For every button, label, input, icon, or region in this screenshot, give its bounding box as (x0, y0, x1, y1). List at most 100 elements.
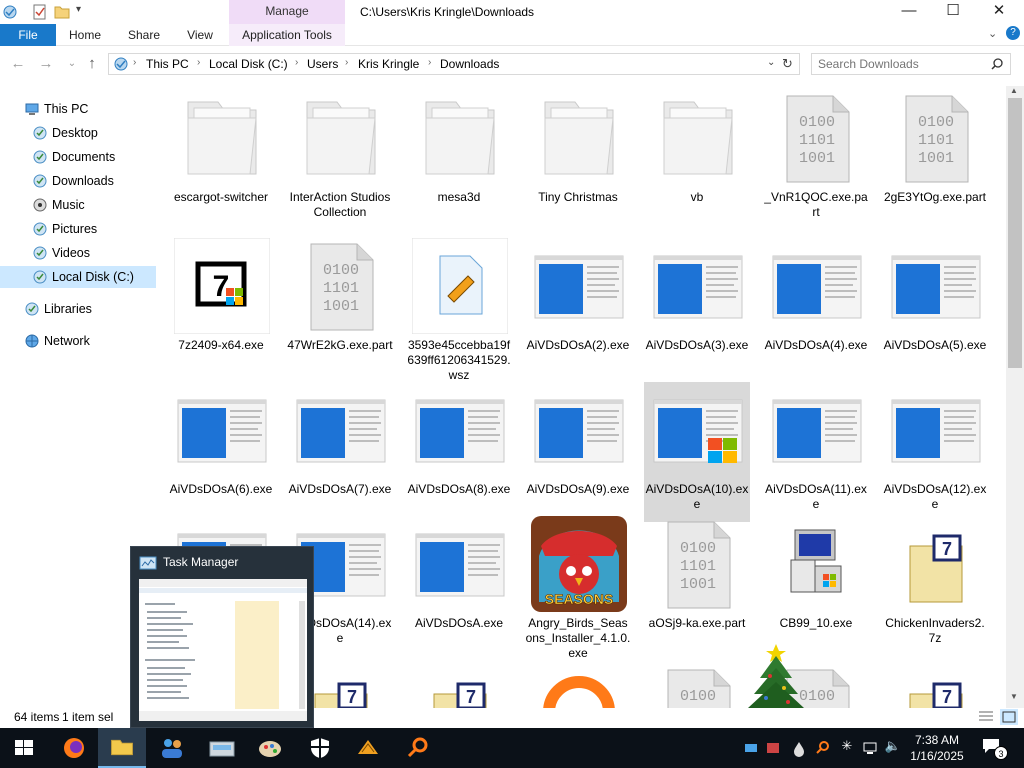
file-item[interactable]: AiVDsDOsA(2).exe (525, 238, 631, 378)
security-shield-icon[interactable] (296, 728, 344, 768)
clock[interactable]: 7:38 AM 1/16/2025 (904, 732, 970, 764)
file-item[interactable]: AiVDsDOsA.exe (406, 516, 512, 656)
start-button[interactable] (0, 728, 48, 768)
winamp-icon[interactable] (344, 728, 392, 768)
scroll-up-icon[interactable]: ▲ (1010, 86, 1018, 95)
file-item[interactable]: AiVDsDOsA(4).exe (763, 238, 869, 378)
file-item[interactable] (525, 664, 631, 708)
file-item[interactable]: 010011011001 (644, 664, 750, 708)
folder-item[interactable]: vb (644, 90, 750, 230)
firefox-icon[interactable] (50, 728, 98, 768)
file-item[interactable]: SEASONS Angry_Birds_Seasons_Installer_4.1… (525, 516, 631, 660)
folder-item[interactable]: mesa3d (406, 90, 512, 230)
tab-file[interactable]: File (0, 24, 56, 46)
close-button[interactable]: ✕ (976, 0, 1022, 24)
large-icons-view-icon[interactable] (1000, 709, 1018, 725)
file-item[interactable]: AiVDsDOsA(10).exe (644, 382, 750, 522)
nav-desktop[interactable]: Desktop (32, 122, 142, 144)
nav-documents[interactable]: Documents (32, 146, 142, 168)
folder-item[interactable]: InterAction Studios Collection (287, 90, 393, 230)
ribbon-tabs: File Home Share View Application Tools ⌄… (0, 24, 1024, 46)
search-app-icon[interactable] (394, 728, 442, 768)
expand-ribbon-icon[interactable]: ⌄ (988, 27, 997, 40)
refresh-icon[interactable]: ↻ (782, 56, 793, 72)
forward-button[interactable]: → (36, 54, 56, 74)
file-item[interactable]: AiVDsDOsA(3).exe (644, 238, 750, 378)
folder-item[interactable]: escargot-switcher (168, 90, 274, 230)
people-app-icon[interactable] (148, 728, 196, 768)
tab-application-tools[interactable]: Application Tools (229, 24, 345, 46)
nav-libraries[interactable]: Libraries (24, 298, 144, 320)
manage-context-tab[interactable]: Manage (229, 0, 345, 24)
file-item[interactable]: 7 (882, 664, 988, 708)
maximize-button[interactable]: ☐ (930, 0, 976, 24)
nav-videos[interactable]: Videos (32, 242, 142, 264)
file-name: AiVDsDOsA(5).exe (883, 338, 987, 352)
search-input[interactable] (818, 56, 988, 72)
file-item[interactable]: AiVDsDOsA(12).exe (882, 382, 988, 522)
nav-local-disk[interactable]: Local Disk (C:) (0, 266, 156, 288)
tab-share[interactable]: Share (122, 24, 166, 46)
vertical-scrollbar[interactable]: ▲ ▼ (1006, 86, 1024, 708)
breadcrumb-users[interactable]: Users (307, 57, 338, 71)
properties-icon[interactable] (32, 4, 48, 20)
search-box[interactable] (811, 53, 1011, 75)
action-center-button[interactable]: 3 (980, 736, 1008, 760)
folder-item[interactable]: Tiny Christmas (525, 90, 631, 230)
nav-music[interactable]: Music (32, 194, 142, 216)
nav-network[interactable]: Network (24, 330, 144, 352)
file-item[interactable]: 0100 1101 1001 2gE3YtOg.exe.part (882, 90, 988, 230)
details-view-icon[interactable] (978, 710, 994, 724)
7zfile-icon: 7 (909, 682, 963, 708)
search-icon[interactable] (990, 57, 1004, 71)
tab-home[interactable]: Home (64, 24, 106, 46)
file-item[interactable]: CB99_10.exe (763, 516, 869, 656)
file-item[interactable]: 0100 1101 1001 _VnR1QOC.exe.part (763, 90, 869, 230)
file-item[interactable]: AiVDsDOsA(5).exe (882, 238, 988, 378)
minimize-button[interactable]: — (886, 0, 932, 24)
file-item[interactable]: 0100 1101 1001 47WrE2kG.exe.part (287, 238, 393, 378)
file-item[interactable]: 7 ChickenInvaders2.7z (882, 516, 988, 656)
file-item[interactable]: AiVDsDOsA(9).exe (525, 382, 631, 522)
scanner-app-icon[interactable] (198, 728, 246, 768)
binary-icon: 010011011001 (667, 669, 731, 708)
file-item[interactable]: 0100 1101 1001 aOSj9-ka.exe.part (644, 516, 750, 656)
tab-view[interactable]: View (180, 24, 220, 46)
task-manager-preview[interactable]: Task Manager (130, 546, 314, 728)
quick-access-dropdown-icon[interactable]: ▾ (76, 4, 81, 15)
file-item[interactable]: AiVDsDOsA(6).exe (168, 382, 274, 522)
tray-utility-icon[interactable] (764, 738, 782, 758)
recent-locations-icon[interactable]: ⌄ (62, 54, 82, 74)
network-tray-icon[interactable] (862, 738, 880, 758)
help-icon[interactable]: ? (1006, 26, 1020, 40)
address-bar[interactable]: › This PC › Local Disk (C:) › Users › Kr… (108, 53, 800, 75)
volume-muted-icon[interactable]: 🔈 (884, 738, 902, 758)
droplet-icon[interactable] (790, 738, 808, 758)
scrollbar-thumb[interactable] (1008, 98, 1022, 368)
scroll-down-icon[interactable]: ▼ (1010, 692, 1018, 701)
breadcrumb-local-disk[interactable]: Local Disk (C:) (209, 57, 288, 71)
nav-this-pc[interactable]: This PC (24, 98, 144, 120)
snowflake-icon[interactable]: ✳ (838, 738, 856, 758)
new-folder-icon[interactable] (54, 4, 70, 20)
nav-downloads[interactable]: Downloads (32, 170, 142, 192)
file-item[interactable]: 3593e45ccebba19f639ff61206341529.wsz (406, 238, 512, 382)
tray-search-icon[interactable] (814, 738, 832, 758)
address-dropdown-icon[interactable]: ⌄ (767, 57, 775, 68)
back-button[interactable]: ← (8, 54, 28, 74)
file-item[interactable]: 7 7z2409-x64.exe (168, 238, 274, 378)
up-button[interactable]: ↑ (82, 54, 102, 74)
pc-icon[interactable] (2, 4, 18, 20)
paint-icon[interactable] (246, 728, 294, 768)
nav-pictures[interactable]: Pictures (32, 218, 142, 240)
file-name: AiVDsDOsA(12).exe (883, 482, 987, 511)
file-item[interactable]: 7 (406, 664, 512, 708)
file-item[interactable]: AiVDsDOsA(8).exe (406, 382, 512, 522)
breadcrumb-this-pc[interactable]: This PC (146, 57, 189, 71)
tray-app-icon[interactable] (742, 738, 760, 758)
file-item[interactable]: AiVDsDOsA(11).exe (763, 382, 869, 522)
breadcrumb-kris-kringle[interactable]: Kris Kringle (358, 57, 419, 71)
breadcrumb-downloads[interactable]: Downloads (440, 57, 499, 71)
file-item[interactable]: AiVDsDOsA(7).exe (287, 382, 393, 522)
file-explorer-icon[interactable] (98, 728, 146, 768)
